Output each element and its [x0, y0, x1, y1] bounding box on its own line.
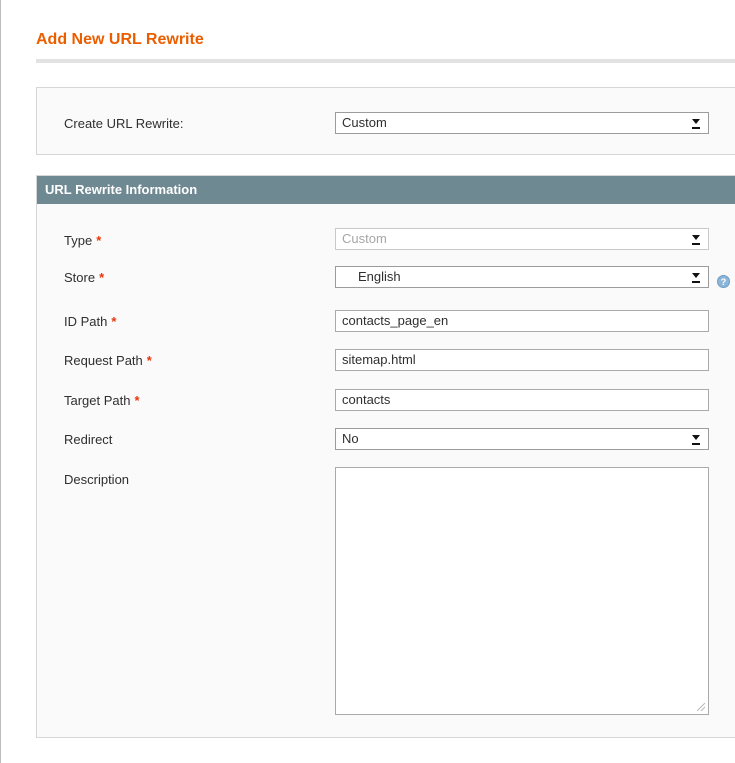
create-rewrite-select[interactable]: Custom [335, 112, 709, 134]
section-header: URL Rewrite Information [37, 176, 735, 204]
page-title: Add New URL Rewrite [36, 31, 204, 48]
page-frame: Add New URL Rewrite Create URL Rewrite: … [0, 0, 735, 763]
type-label: Type * [64, 233, 101, 248]
target-path-value: contacts [342, 392, 391, 407]
request-path-value: sitemap.html [342, 352, 416, 367]
type-select[interactable]: Custom [335, 228, 709, 250]
description-textarea[interactable] [335, 467, 709, 715]
dropdown-arrow-icon [692, 272, 700, 284]
id-path-value: contacts_page_en [342, 313, 449, 328]
target-path-input[interactable]: contacts [335, 389, 709, 411]
required-marker: * [134, 393, 140, 408]
help-icon[interactable]: ? [717, 275, 730, 288]
request-path-input[interactable]: sitemap.html [335, 349, 709, 371]
url-rewrite-info-box: URL Rewrite Information Type * Custom Sto… [36, 175, 735, 738]
id-path-label: ID Path * [64, 314, 116, 329]
target-path-label: Target Path * [64, 393, 140, 408]
request-path-label: Request Path * [64, 353, 152, 368]
create-rewrite-value: Custom [342, 115, 387, 130]
request-path-label-text: Request Path [64, 353, 143, 368]
required-marker: * [146, 353, 152, 368]
type-label-text: Type [64, 233, 93, 248]
create-rewrite-box: Create URL Rewrite: Custom [36, 87, 735, 155]
redirect-value: No [342, 431, 359, 446]
target-path-label-text: Target Path [64, 393, 131, 408]
resize-grip-icon[interactable] [697, 703, 705, 711]
redirect-label: Redirect [64, 432, 113, 447]
id-path-input[interactable]: contacts_page_en [335, 310, 709, 332]
title-divider [36, 59, 735, 63]
description-label: Description [64, 472, 130, 487]
create-rewrite-label: Create URL Rewrite: [64, 116, 184, 131]
dropdown-arrow-icon [692, 234, 700, 246]
dropdown-arrow-icon [692, 118, 700, 130]
required-marker: * [99, 270, 105, 285]
required-marker: * [111, 314, 117, 329]
redirect-select[interactable]: No [335, 428, 709, 450]
dropdown-arrow-icon [692, 434, 700, 446]
store-select[interactable]: English [335, 266, 709, 288]
id-path-label-text: ID Path [64, 314, 108, 329]
required-marker: * [96, 233, 102, 248]
type-value: Custom [342, 231, 387, 246]
store-label: Store * [64, 270, 104, 285]
store-value: English [358, 269, 401, 284]
store-label-text: Store [64, 270, 96, 285]
